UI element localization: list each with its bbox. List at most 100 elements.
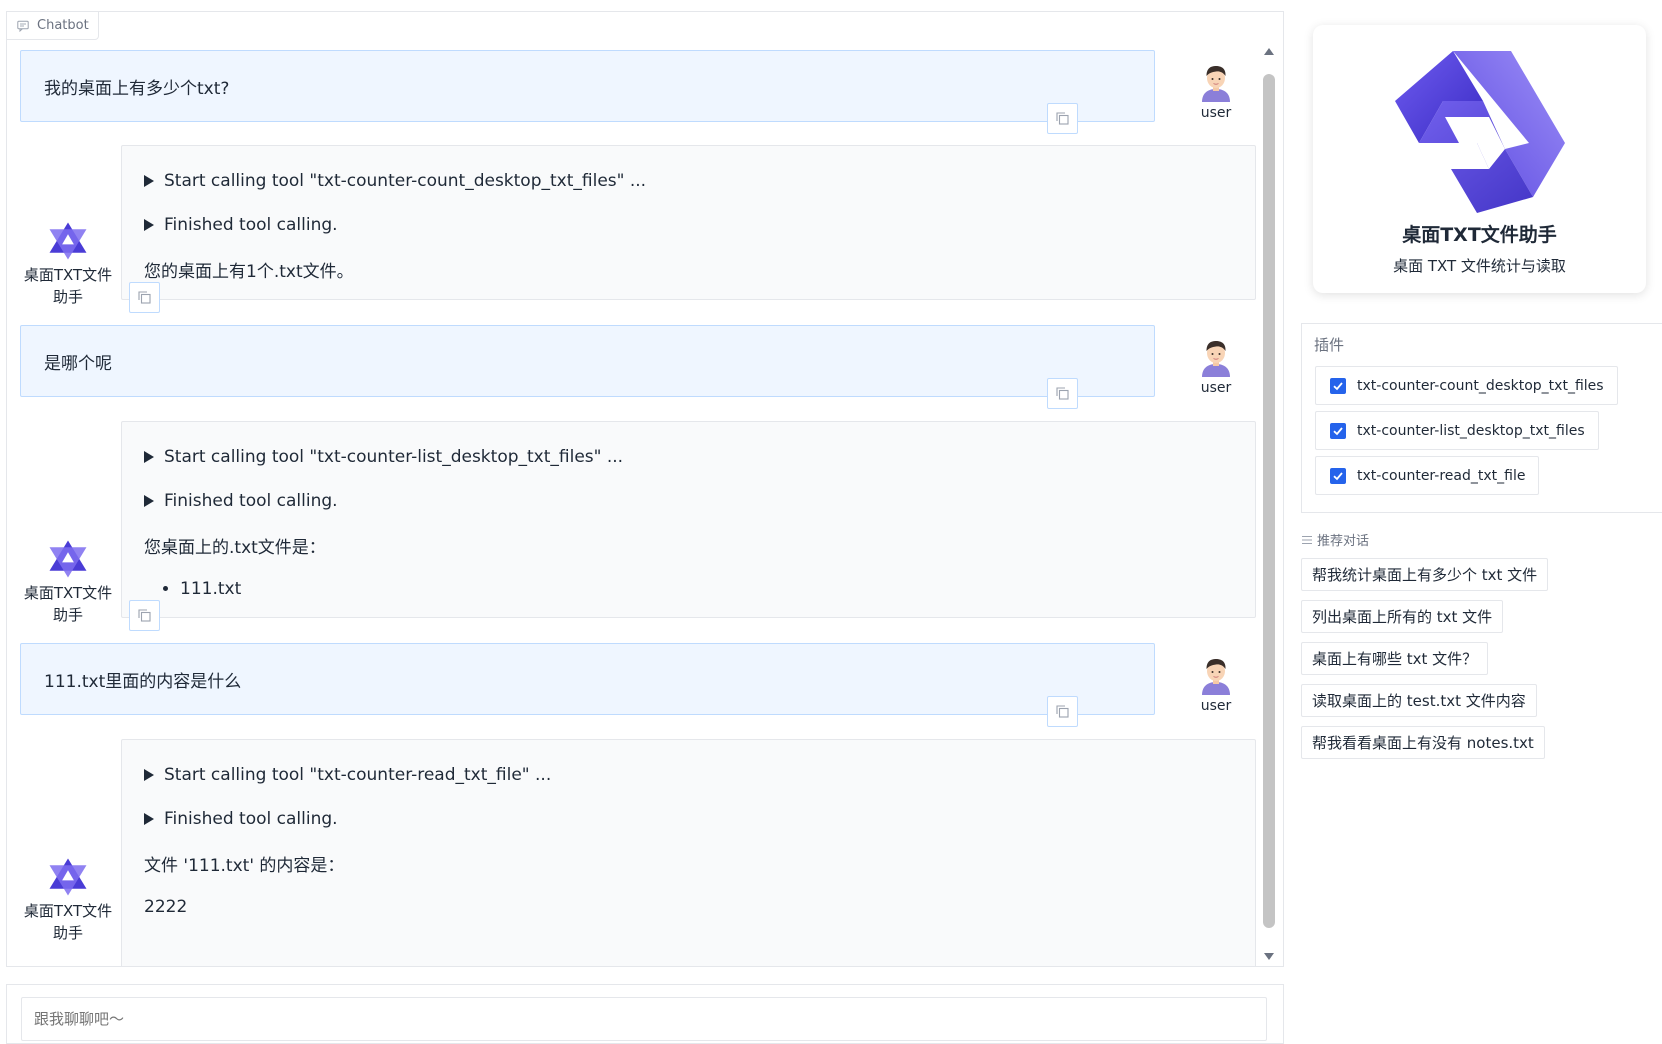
user-avatar-icon xyxy=(1202,66,1230,102)
file-content-text: 2222 xyxy=(144,897,188,917)
tool-call-end-text: Finished tool calling. xyxy=(164,491,338,511)
bot-avatar: 桌面TXT文件 助手 xyxy=(20,538,116,626)
bot-name-line2: 助手 xyxy=(52,606,83,624)
copy-icon xyxy=(1056,705,1069,718)
suggestions-title: 推荐对话 xyxy=(1317,534,1370,549)
copy-icon xyxy=(138,291,151,304)
chat-input-area xyxy=(6,984,1284,1044)
plugin-checkbox-read[interactable]: txt-counter-read_txt_file xyxy=(1315,456,1540,495)
bot-message-text: 您的桌面上有1个.txt文件。 xyxy=(144,261,354,282)
user-avatar-icon xyxy=(1202,659,1230,695)
bot-name-line2: 助手 xyxy=(52,924,83,942)
suggestion-button[interactable]: 帮我看看桌面上有没有 notes.txt xyxy=(1301,726,1545,759)
check-icon xyxy=(1333,471,1343,480)
qwen-logo-icon xyxy=(49,540,87,578)
user-message: 111.txt里面的内容是什么 xyxy=(20,643,1155,715)
user-name: user xyxy=(1200,380,1232,396)
user-message: 是哪个呢 xyxy=(20,325,1155,397)
chatbot-label: Chatbot xyxy=(7,12,99,40)
user-avatar: user xyxy=(1178,657,1254,714)
bot-message: Start calling tool "txt-counter-read_txt… xyxy=(121,739,1256,966)
checkbox[interactable] xyxy=(1330,422,1346,439)
tool-call-start-text: Start calling tool "txt-counter-read_txt… xyxy=(164,765,552,785)
suggestion-button[interactable]: 列出桌面上所有的 txt 文件 xyxy=(1301,600,1504,633)
chatbot-panel: Chatbot 我的桌面上有多少个txt? user Start calling… xyxy=(6,11,1284,967)
chat-scrollbar[interactable] xyxy=(1255,42,1283,966)
qwen-logo-icon xyxy=(49,858,87,896)
user-message-text: 111.txt里面的内容是什么 xyxy=(44,671,242,692)
bot-avatar: 桌面TXT文件 助手 xyxy=(20,856,116,944)
tool-call-start-text: Start calling tool "txt-counter-list_des… xyxy=(164,447,624,467)
suggestion-button[interactable]: 读取桌面上的 test.txt 文件内容 xyxy=(1301,684,1537,717)
plugin-label: txt-counter-read_txt_file xyxy=(1357,467,1526,484)
bot-name-line1: 桌面TXT文件 xyxy=(23,902,113,920)
bot-message-text: 您桌面上的.txt文件是： xyxy=(144,537,326,558)
user-name: user xyxy=(1200,105,1232,121)
copy-icon xyxy=(1056,387,1069,400)
tool-call-end[interactable]: Finished tool calling. xyxy=(144,212,1233,238)
tool-call-start[interactable]: Start calling tool "txt-counter-read_txt… xyxy=(144,762,1233,788)
agent-description: 桌面 TXT 文件统计与读取 xyxy=(1393,257,1566,275)
copy-icon xyxy=(1056,112,1069,125)
tool-call-end-text: Finished tool calling. xyxy=(164,215,338,235)
checkbox[interactable] xyxy=(1330,467,1346,484)
file-list: 111.txt xyxy=(144,576,1233,602)
bot-avatar: 桌面TXT文件 助手 xyxy=(20,220,116,308)
user-avatar: user xyxy=(1178,64,1254,121)
scroll-down-arrow-icon[interactable] xyxy=(1264,953,1274,960)
copy-icon xyxy=(138,609,151,622)
expand-triangle-icon xyxy=(144,175,154,187)
expand-triangle-icon xyxy=(144,813,154,825)
chat-icon xyxy=(17,20,29,32)
suggestion-button[interactable]: 帮我统计桌面上有多少个 txt 文件 xyxy=(1301,558,1549,591)
check-icon xyxy=(1333,426,1343,435)
user-avatar: user xyxy=(1178,339,1254,396)
copy-button[interactable] xyxy=(1047,696,1078,727)
chat-input[interactable] xyxy=(21,997,1267,1041)
plugin-label: txt-counter-list_desktop_txt_files xyxy=(1357,422,1585,439)
expand-triangle-icon xyxy=(144,219,154,231)
tool-call-end[interactable]: Finished tool calling. xyxy=(144,806,1233,832)
tool-call-start[interactable]: Start calling tool "txt-counter-list_des… xyxy=(144,444,1233,470)
user-avatar-icon xyxy=(1202,341,1230,377)
checkbox[interactable] xyxy=(1330,377,1346,394)
plugin-checkbox-list[interactable]: txt-counter-list_desktop_txt_files xyxy=(1315,411,1599,450)
scroll-thumb[interactable] xyxy=(1263,74,1275,928)
qwen-logo-icon xyxy=(1394,51,1565,213)
agent-info-card: 桌面TXT文件助手 桌面 TXT 文件统计与读取 xyxy=(1313,25,1646,293)
bot-message: Start calling tool "txt-counter-list_des… xyxy=(121,421,1256,618)
user-message: 我的桌面上有多少个txt? xyxy=(20,50,1155,122)
chatbot-label-text: Chatbot xyxy=(37,18,89,33)
expand-triangle-icon xyxy=(144,769,154,781)
expand-triangle-icon xyxy=(144,451,154,463)
scroll-up-arrow-icon[interactable] xyxy=(1264,48,1274,55)
bot-name-line2: 助手 xyxy=(52,288,83,306)
plugin-checkbox-count[interactable]: txt-counter-count_desktop_txt_files xyxy=(1315,366,1618,405)
plugin-label: txt-counter-count_desktop_txt_files xyxy=(1357,377,1604,394)
user-message-text: 我的桌面上有多少个txt? xyxy=(44,78,230,99)
agent-name: 桌面TXT文件助手 xyxy=(1402,224,1557,246)
list-icon xyxy=(1302,535,1312,544)
tool-call-start[interactable]: Start calling tool "txt-counter-count_de… xyxy=(144,168,1233,194)
tool-call-end[interactable]: Finished tool calling. xyxy=(144,488,1233,514)
bot-name-line1: 桌面TXT文件 xyxy=(23,266,113,284)
tool-call-end-text: Finished tool calling. xyxy=(164,809,338,829)
bot-message-text: 文件 '111.txt' 的内容是： xyxy=(144,855,345,876)
user-name: user xyxy=(1200,698,1232,714)
list-item: 111.txt xyxy=(180,576,1233,602)
user-message-text: 是哪个呢 xyxy=(44,353,112,374)
expand-triangle-icon xyxy=(144,495,154,507)
copy-button[interactable] xyxy=(1047,378,1078,409)
bot-message: Start calling tool "txt-counter-count_de… xyxy=(121,145,1256,300)
plugins-panel: 插件 txt-counter-count_desktop_txt_files t… xyxy=(1301,323,1662,513)
copy-button[interactable] xyxy=(129,600,160,631)
copy-button[interactable] xyxy=(129,282,160,313)
copy-button[interactable] xyxy=(1047,103,1078,134)
suggestions-label: 推荐对话 xyxy=(1301,530,1369,549)
bot-name-line1: 桌面TXT文件 xyxy=(23,584,113,602)
qwen-logo-icon xyxy=(49,222,87,260)
suggestion-button[interactable]: 桌面上有哪些 txt 文件？ xyxy=(1301,642,1489,675)
tool-call-start-text: Start calling tool "txt-counter-count_de… xyxy=(164,171,647,191)
check-icon xyxy=(1333,381,1343,390)
message-list[interactable]: 我的桌面上有多少个txt? user Start calling tool "t… xyxy=(7,12,1256,966)
